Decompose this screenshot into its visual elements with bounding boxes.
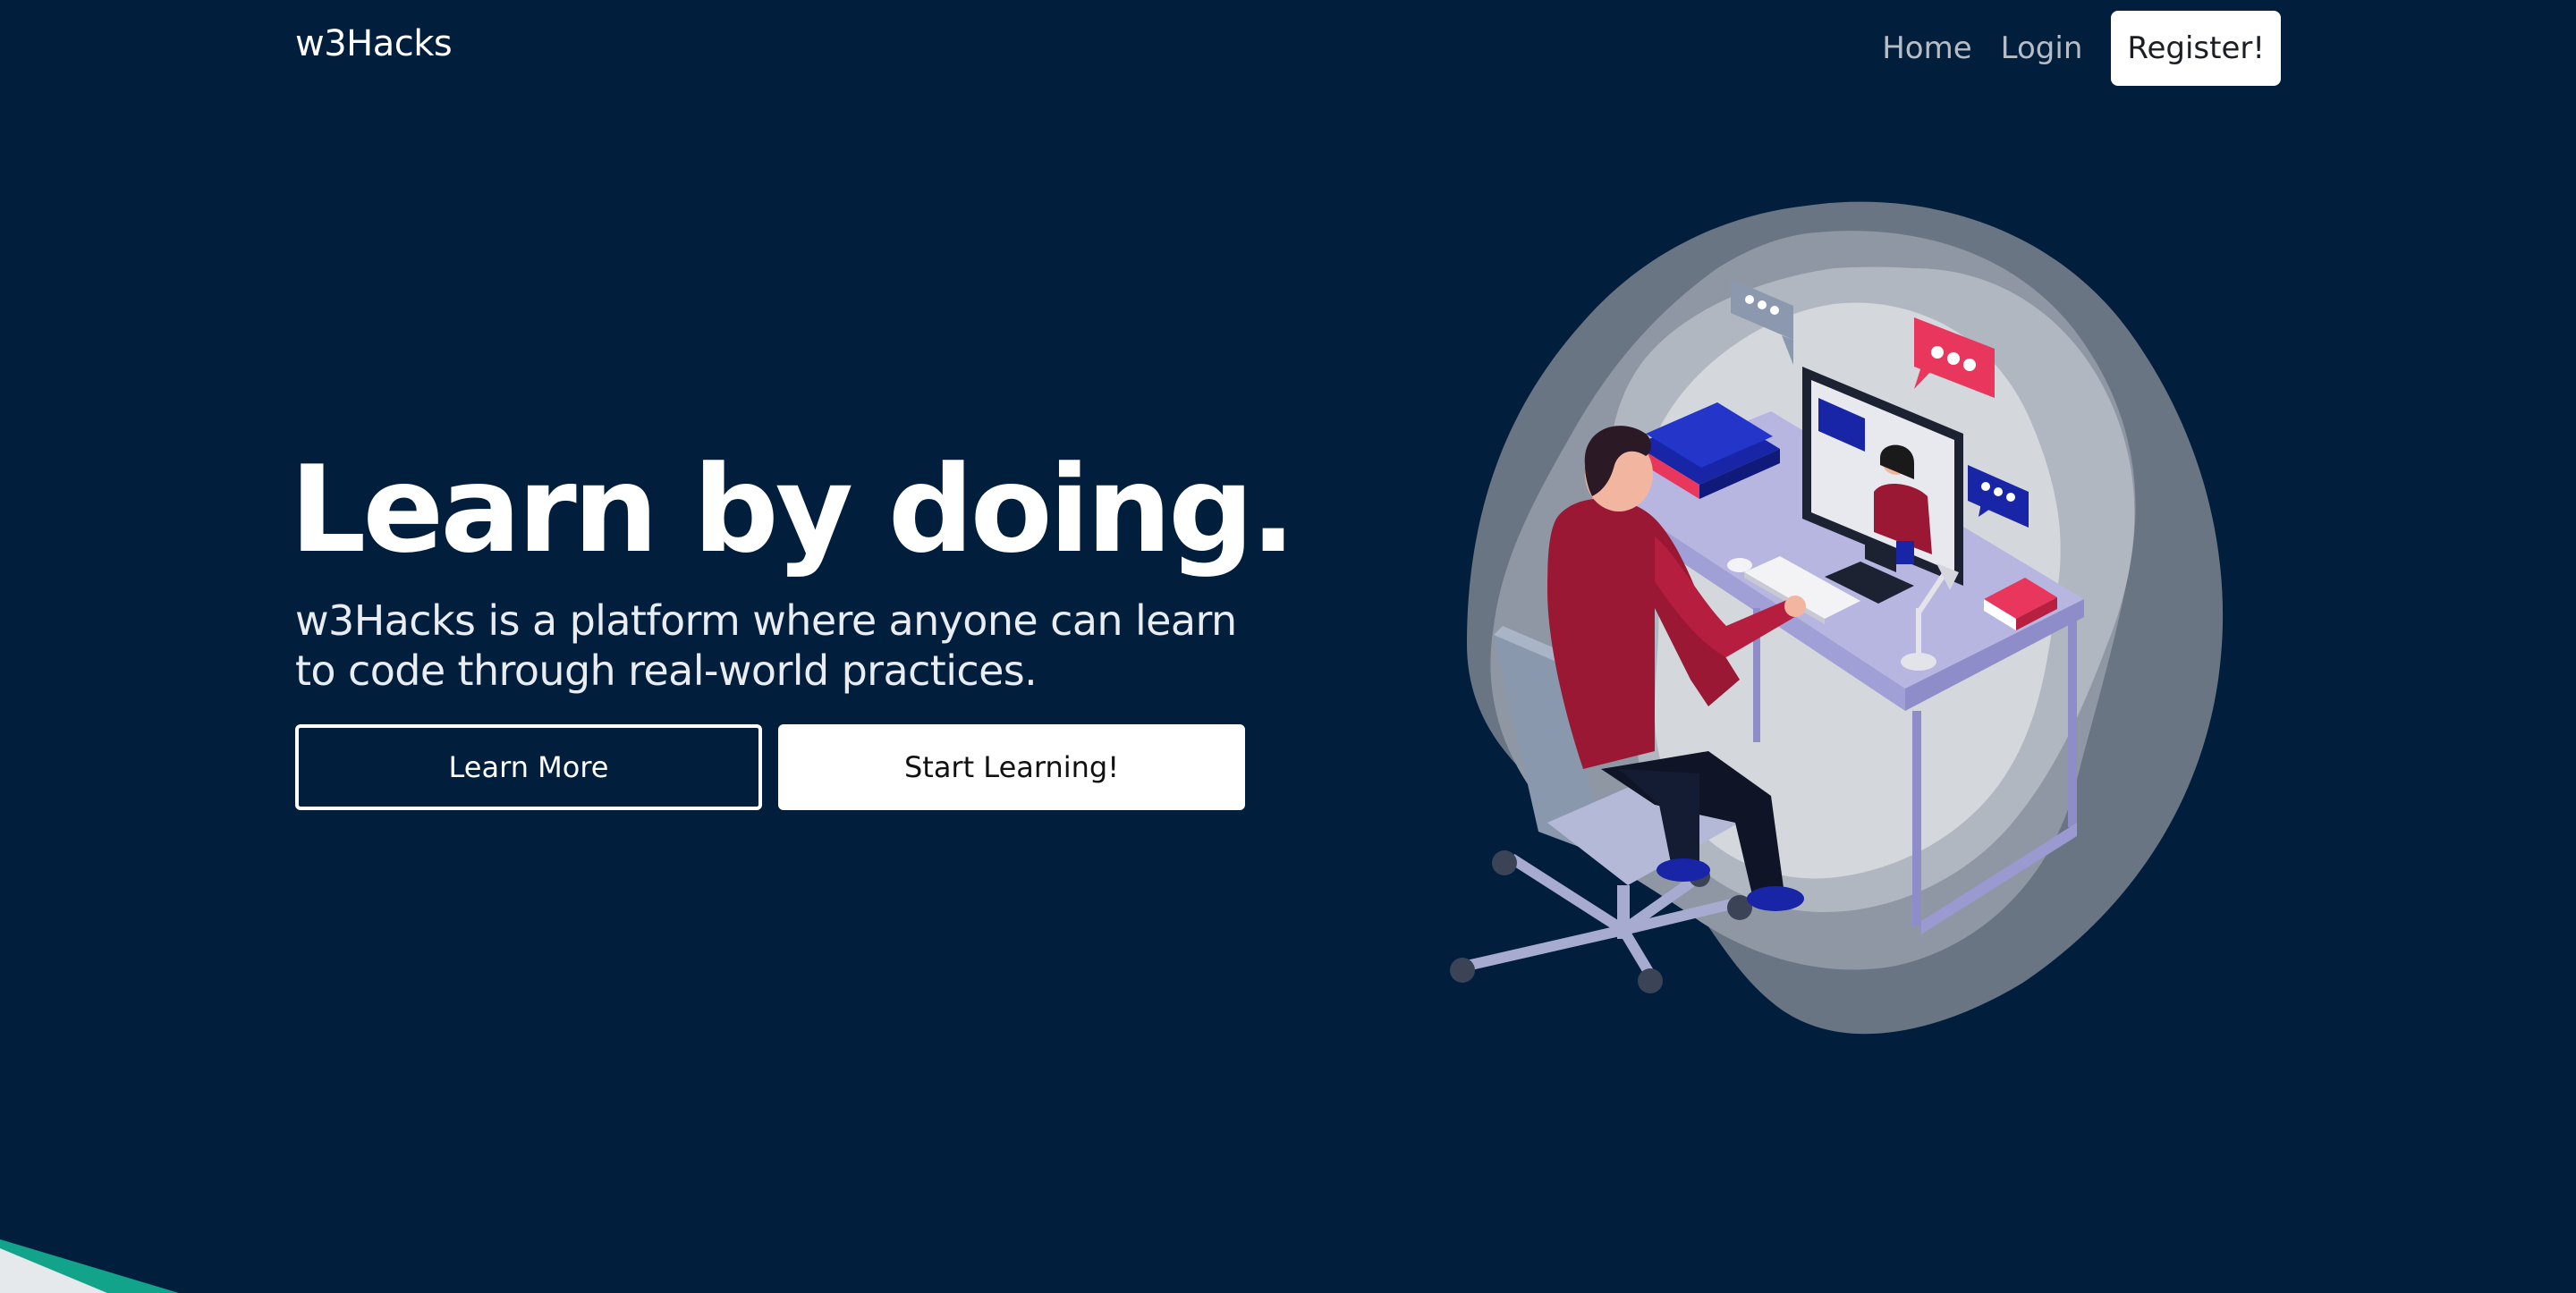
hero-buttons: Learn More Start Learning! <box>295 724 1245 810</box>
hero-title: Learn by doing. <box>290 440 1296 579</box>
learn-more-button[interactable]: Learn More <box>295 724 762 810</box>
hero-subtitle: w3Hacks is a platform where anyone can l… <box>295 596 1237 695</box>
nav-links: Home Login Register! <box>1868 11 2281 86</box>
navbar: w3Hacks Home Login Register! <box>0 0 2576 95</box>
nav-home-link[interactable]: Home <box>1868 16 1986 80</box>
mug-icon <box>1896 541 1914 564</box>
start-learning-button[interactable]: Start Learning! <box>778 724 1245 810</box>
brand-logo[interactable]: w3Hacks <box>295 23 453 64</box>
corner-decoration <box>0 1239 179 1293</box>
mouse-icon <box>1727 558 1752 572</box>
hero-illustration <box>1450 201 2224 1035</box>
register-button[interactable]: Register! <box>2111 11 2281 86</box>
nav-login-link[interactable]: Login <box>1987 16 2097 80</box>
